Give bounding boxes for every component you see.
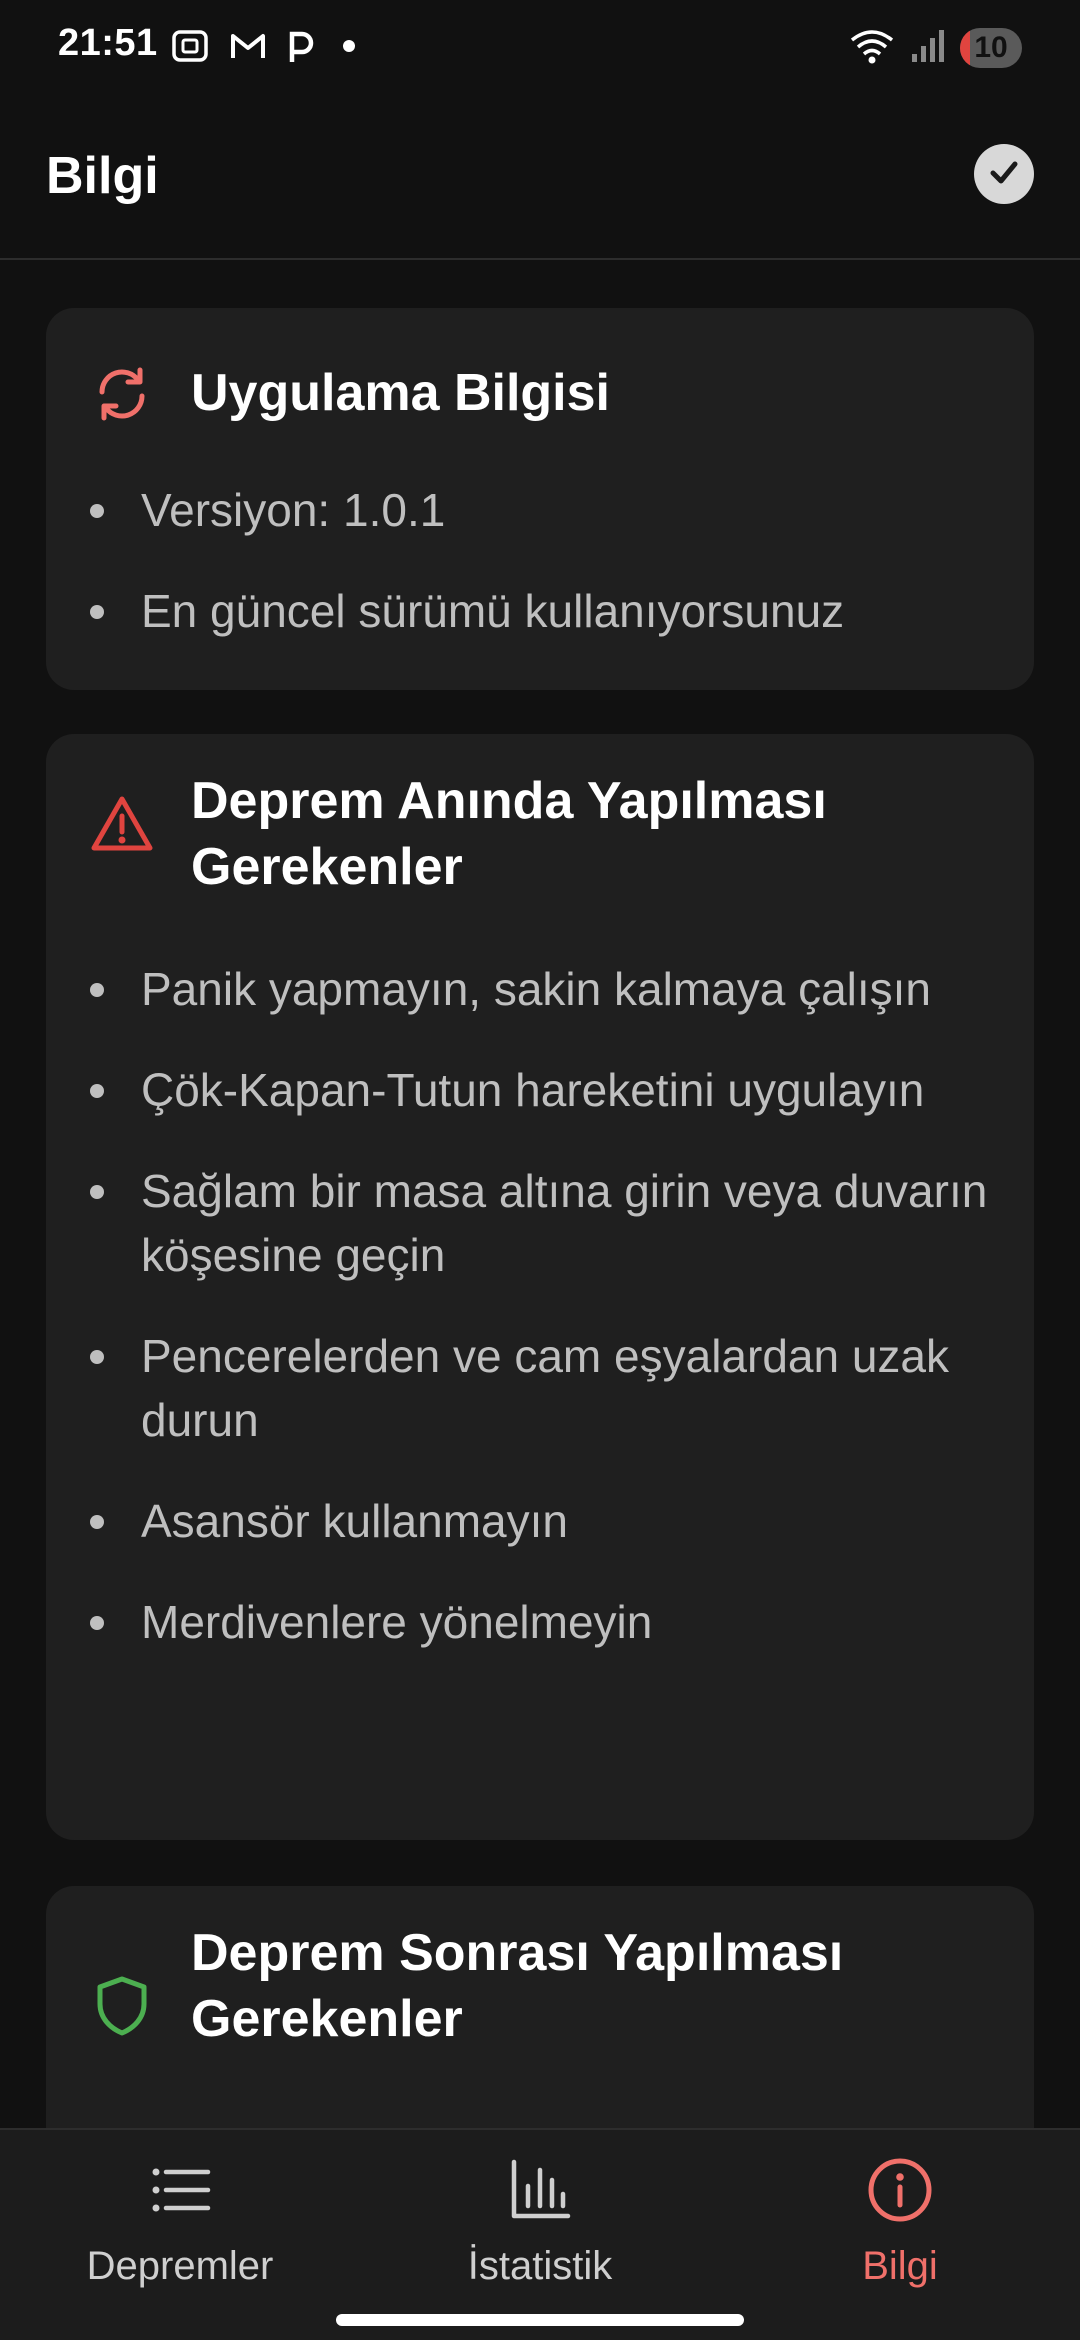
nav-item-istatistik[interactable]: İstatistik (360, 2148, 720, 2308)
battery-level-fill (960, 28, 970, 68)
list-item: Çök-Kapan-Tutun hareketini uygulayın (46, 1058, 1034, 1122)
list-item-text: Merdivenlere yönelmeyin (141, 1596, 653, 1648)
wifi-icon (848, 26, 896, 71)
signal-icon (910, 26, 946, 71)
info-content[interactable]: Uygulama Bilgisi Versiyon: 1.0.1 En günc… (0, 260, 1080, 2128)
during-quake-card: Deprem Anında Yapılması Gerekenler Panik… (46, 734, 1034, 1840)
bullet-dot (90, 1616, 104, 1630)
list-item: Versiyon: 1.0.1 (46, 478, 1034, 542)
bullet-dot (90, 504, 104, 518)
page-title: Bilgi (46, 147, 159, 205)
app-info-list: Versiyon: 1.0.1 En güncel sürümü kullanı… (46, 478, 1034, 643)
notification-dot-icon (334, 26, 364, 71)
check-circle-button[interactable] (974, 144, 1034, 204)
check-icon (984, 152, 1024, 197)
after-quake-title: Deprem Sonrası Yapılması Gerekenler (191, 1924, 844, 2048)
status-right-icons: 10 (848, 24, 1022, 72)
list-item: En güncel sürümü kullanıyorsunuz (46, 579, 1034, 643)
list-item-text: Sağlam bir masa altına girin veya duvarı… (141, 1165, 988, 1281)
gmail-icon (228, 26, 268, 71)
status-time: 21:51 (58, 22, 158, 64)
list-item: Merdivenlere yönelmeyin (46, 1590, 1034, 1654)
screenshot-icon (170, 26, 210, 71)
app-info-card: Uygulama Bilgisi Versiyon: 1.0.1 En günc… (46, 308, 1034, 690)
battery-percentage: 10 (974, 31, 1008, 64)
screen: 21:51 10 Bilgi Uygulama Bilgisi Versiyon… (0, 0, 1080, 2340)
list-item-text: Panik yapmayın, sakin kalmaya çalışın (141, 963, 932, 1015)
bullet-dot (90, 1084, 104, 1098)
list-item-text: Pencerelerden ve cam eşyalardan uzak dur… (141, 1330, 950, 1446)
nav-label: Depremler (86, 2244, 274, 2288)
home-indicator[interactable] (336, 2314, 744, 2326)
app-info-title: Uygulama Bilgisi (191, 364, 610, 422)
nav-item-depremler[interactable]: Depremler (0, 2148, 360, 2308)
battery-indicator: 10 (960, 28, 1022, 68)
info-icon (864, 2154, 936, 2226)
bullet-dot (90, 1185, 104, 1199)
nav-item-bilgi[interactable]: Bilgi (720, 2148, 1080, 2308)
list-item: Sağlam bir masa altına girin veya duvarı… (46, 1159, 1034, 1287)
list-item-text: Asansör kullanmayın (141, 1495, 568, 1547)
app-bar: Bilgi (0, 98, 1080, 260)
nav-label: İstatistik (467, 2244, 613, 2288)
list-item-text: Versiyon: 1.0.1 (141, 484, 446, 536)
bullet-dot (90, 1350, 104, 1364)
status-bar: 21:51 10 (0, 0, 1080, 98)
bullet-dot (90, 983, 104, 997)
list-item-text: Çök-Kapan-Tutun hareketini uygulayın (141, 1064, 925, 1116)
status-left-icons (170, 26, 364, 70)
after-quake-card: Deprem Sonrası Yapılması Gerekenler (46, 1886, 1034, 2128)
during-quake-title: Deprem Anında Yapılması Gerekenler (191, 772, 827, 896)
nav-label: Bilgi (862, 2244, 938, 2288)
bottom-navigation: Depremler İstatistik Bilgi (0, 2128, 1080, 2340)
refresh-icon (90, 362, 154, 426)
list-item: Panik yapmayın, sakin kalmaya çalışın (46, 957, 1034, 1021)
warning-triangle-icon (90, 792, 154, 856)
list-item-text: En güncel sürümü kullanıyorsunuz (141, 585, 845, 637)
bullet-dot (90, 605, 104, 619)
list-item: Asansör kullanmayın (46, 1489, 1034, 1553)
parking-app-icon (286, 26, 316, 71)
shield-icon (90, 1974, 154, 2038)
list-icon (144, 2154, 216, 2226)
list-item: Pencerelerden ve cam eşyalardan uzak dur… (46, 1324, 1034, 1452)
bar-chart-icon (504, 2154, 576, 2226)
bullet-dot (90, 1515, 104, 1529)
during-quake-list: Panik yapmayın, sakin kalmaya çalışın Çö… (46, 957, 1034, 1654)
